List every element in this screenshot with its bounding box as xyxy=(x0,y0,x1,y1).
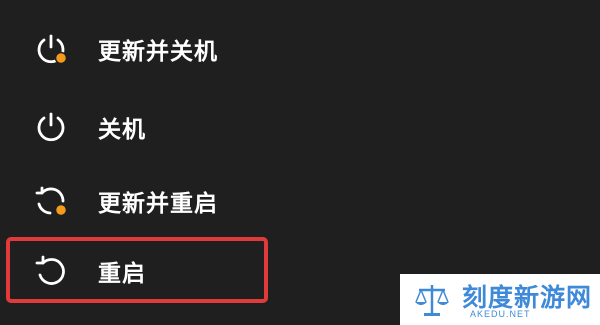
restart-highlight-box xyxy=(6,237,268,303)
watermark-subtitle: AKEDU.NET xyxy=(470,309,531,319)
scale-logo-icon xyxy=(412,280,452,320)
update-and-shutdown-item[interactable]: 更新并关机 xyxy=(0,20,420,78)
shutdown-label: 关机 xyxy=(98,117,146,143)
power-icon xyxy=(34,110,68,144)
power-update-icon xyxy=(34,32,68,66)
update-and-restart-label: 更新并重启 xyxy=(98,191,218,217)
update-and-shutdown-label: 更新并关机 xyxy=(98,39,218,65)
restart-update-icon xyxy=(34,184,68,218)
watermark: 刻度新游网 AKEDU.NET xyxy=(400,274,600,325)
update-and-restart-item[interactable]: 更新并重启 xyxy=(0,172,420,230)
shutdown-item[interactable]: 关机 xyxy=(0,98,420,156)
